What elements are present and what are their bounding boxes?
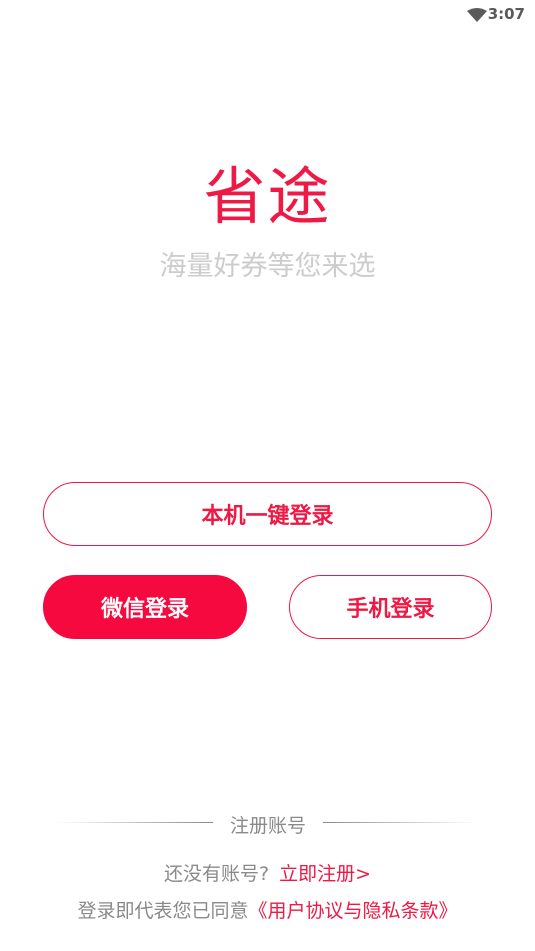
- no-account-row: 还没有账号? 立即注册>: [0, 859, 535, 886]
- register-divider-label: 注册账号: [229, 815, 306, 837]
- agreement-link[interactable]: 《用户协议与隐私条款》: [249, 900, 458, 922]
- divider-line-left: [55, 822, 213, 823]
- divider-line-right: [323, 822, 478, 823]
- phone-login-button[interactable]: 手机登录: [289, 575, 492, 639]
- wechat-login-label: 微信登录: [100, 597, 189, 622]
- no-account-text: 还没有账号?: [163, 863, 270, 885]
- register-divider: 注册账号: [0, 811, 535, 837]
- phone-login-label: 手机登录: [346, 597, 435, 622]
- status-bar: 3:07: [0, 0, 535, 30]
- status-time: 3:07: [487, 5, 525, 23]
- agreement-prefix: 登录即代表您已同意: [77, 900, 249, 922]
- app-title: 省途: [203, 160, 332, 233]
- app-subtitle: 海量好券等您来选: [159, 251, 376, 282]
- one-key-login-label: 本机一键登录: [201, 504, 334, 529]
- register-link[interactable]: 立即注册>: [279, 863, 371, 885]
- one-key-login-button[interactable]: 本机一键登录: [43, 482, 492, 546]
- wifi-icon: [467, 7, 487, 22]
- wechat-login-button[interactable]: 微信登录: [43, 575, 247, 639]
- agreement-row: 登录即代表您已同意《用户协议与隐私条款》: [0, 896, 535, 923]
